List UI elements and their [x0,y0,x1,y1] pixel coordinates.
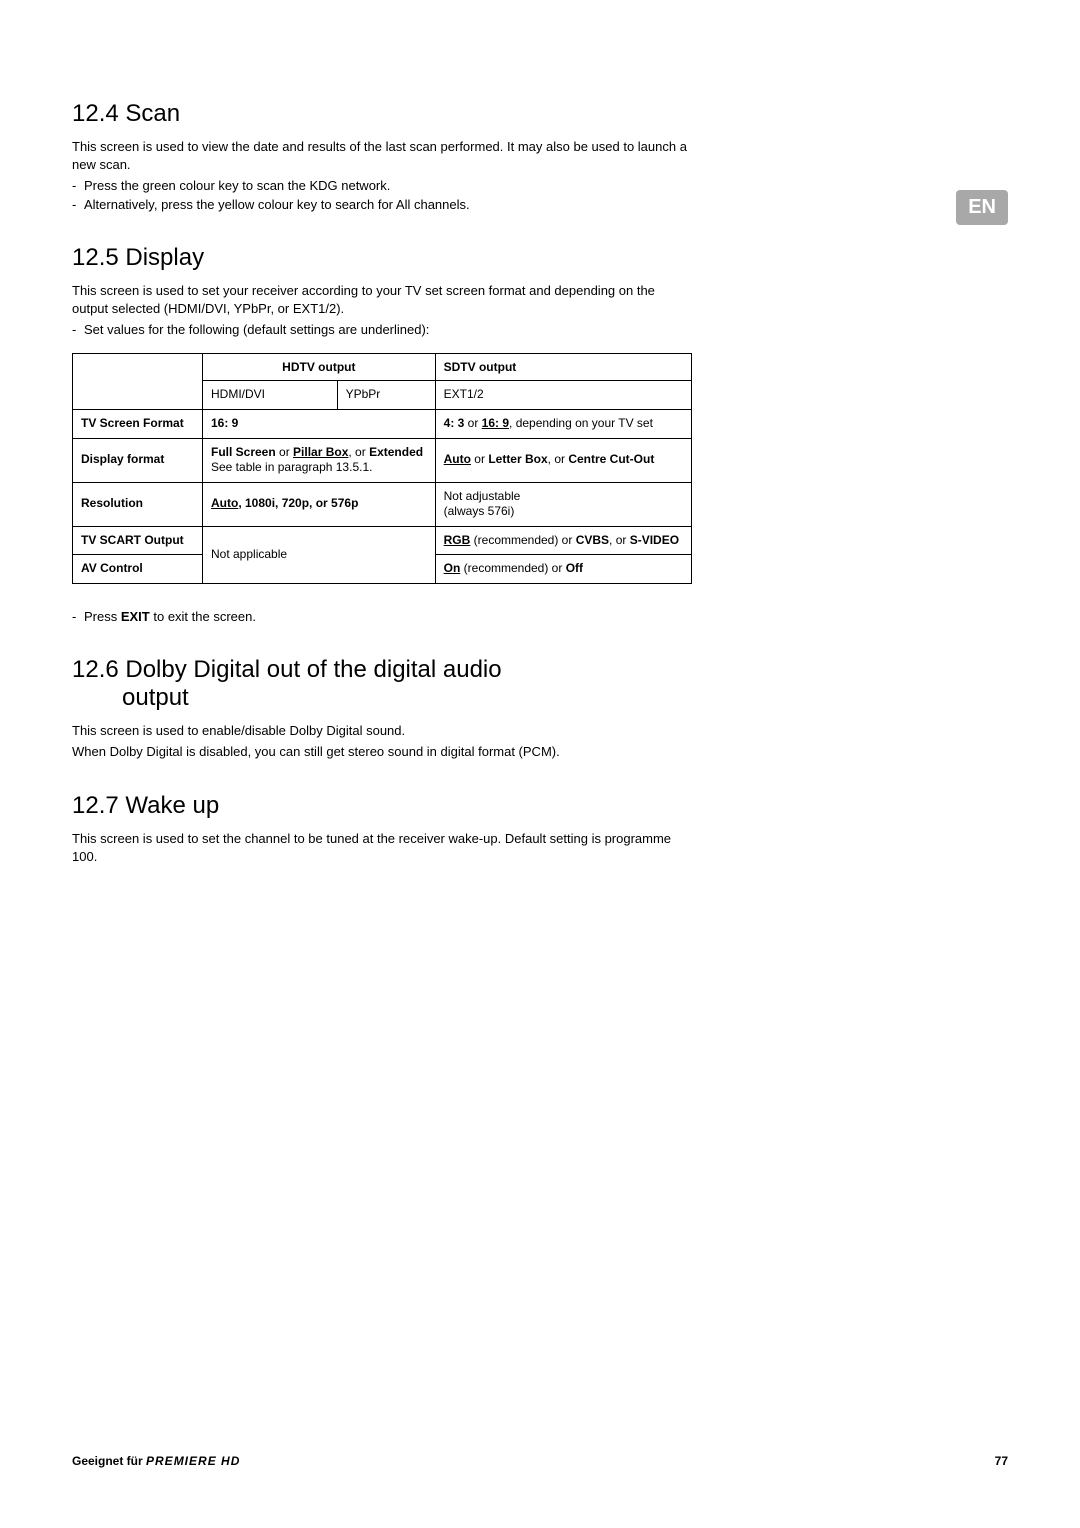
df-b2: Extended [369,445,423,459]
exit-suffix: to exit the screen. [150,609,256,624]
display-format-label: Display format [73,438,203,482]
tsf-sdtv-underline: 16: 9 [482,416,509,430]
table-empty-header [73,354,203,410]
resolution-hdtv: Auto, 1080i, 720p, or 576p [203,482,436,526]
scan-paragraph: This screen is used to view the date and… [72,138,692,174]
df-or2: , or [348,445,369,459]
heading-scan: 12.4 Scan [72,100,692,128]
dfs-b2: Centre Cut-Out [568,452,654,466]
wakeup-p1: This screen is used to set the channel t… [72,830,692,866]
dfs-u: Auto [444,452,471,466]
hdtv-output-header: HDTV output [203,354,436,381]
dolby-p1: This screen is used to enable/disable Do… [72,722,692,740]
language-tab: EN [956,190,1008,225]
display-format-sdtv: Auto or Letter Box, or Centre Cut-Out [435,438,691,482]
tvs-b2: S-VIDEO [630,533,679,547]
heading-dolby: 12.6 Dolby Digital out of the digital au… [72,656,692,712]
res-u: Auto [211,496,238,510]
page-content: 12.4 Scan This screen is used to view th… [72,100,692,866]
footer-prefix: Geeignet für [72,1454,146,1468]
display-settings-table: HDTV output SDTV output HDMI/DVI YPbPr E… [72,353,692,584]
footer-brand: PREMIERE HD [146,1454,240,1468]
scan-bullet-1: Press the green colour key to scan the K… [72,177,692,195]
df-u: Pillar Box [293,445,348,459]
heading-wakeup: 12.7 Wake up [72,792,692,820]
footer-left: Geeignet für PREMIERE HD [72,1454,240,1468]
dolby-h-l1: 12.6 Dolby Digital out of the digital au… [72,656,502,683]
ypbpr-cell: YPbPr [337,381,435,410]
display-bullet-1: Set values for the following (default se… [72,321,692,339]
tv-scart-output-label: TV SCART Output [73,526,203,555]
df-or1: or [276,445,293,459]
tv-scart-hdtv: Not applicable [203,526,436,583]
av-control-sdtv: On (recommended) or Off [435,555,691,584]
ext12-cell: EXT1/2 [435,381,691,410]
tvs-or: , or [609,533,630,547]
tsf-sdtv-suffix: , depending on your TV set [509,416,653,430]
scan-bullet-2: Alternatively, press the yellow colour k… [72,196,692,214]
display-format-hdtv: Full Screen or Pillar Box, or Extended S… [203,438,436,482]
avc-b: Off [566,561,583,575]
res-sdtv-l1: Not adjustable [444,489,521,503]
avc-u: On [444,561,461,575]
dfs-or2: , or [548,452,569,466]
page-footer: Geeignet für PREMIERE HD 77 [72,1454,1008,1468]
av-control-label: AV Control [73,555,203,584]
tvs-u: RGB [444,533,471,547]
display-exit-bullet: Press EXIT to exit the screen. [72,608,692,626]
dfs-b1: Letter Box [488,452,547,466]
dolby-p2: When Dolby Digital is disabled, you can … [72,743,692,761]
df-b1: Full Screen [211,445,276,459]
exit-bold: EXIT [121,609,150,624]
tv-screen-format-sdtv: 4: 3 or 16: 9, depending on your TV set [435,409,691,438]
tvs-rec: (recommended) or [470,533,575,547]
avc-rec: (recommended) or [460,561,565,575]
tv-screen-format-hdtv: 16: 9 [203,409,436,438]
tv-scart-sdtv: RGB (recommended) or CVBS, or S-VIDEO [435,526,691,555]
hdmi-dvi-cell: HDMI/DVI [203,381,338,410]
display-paragraph: This screen is used to set your receiver… [72,282,692,318]
resolution-label: Resolution [73,482,203,526]
res-sdtv-l2: (always 576i) [444,504,515,518]
res-rest: , 1080i, 720p, or 576p [238,496,358,510]
page-number: 77 [995,1454,1008,1468]
df-line2: See table in paragraph 13.5.1. [211,460,372,474]
tvs-b1: CVBS [576,533,609,547]
tsf-sdtv-or: or [464,416,481,430]
sdtv-output-header: SDTV output [435,354,691,381]
dfs-or: or [471,452,488,466]
resolution-sdtv: Not adjustable (always 576i) [435,482,691,526]
tv-screen-format-label: TV Screen Format [73,409,203,438]
exit-prefix: Press [84,609,121,624]
heading-display: 12.5 Display [72,244,692,272]
dolby-h-l2: output [72,684,692,712]
tsf-sdtv-prefix: 4: 3 [444,416,465,430]
